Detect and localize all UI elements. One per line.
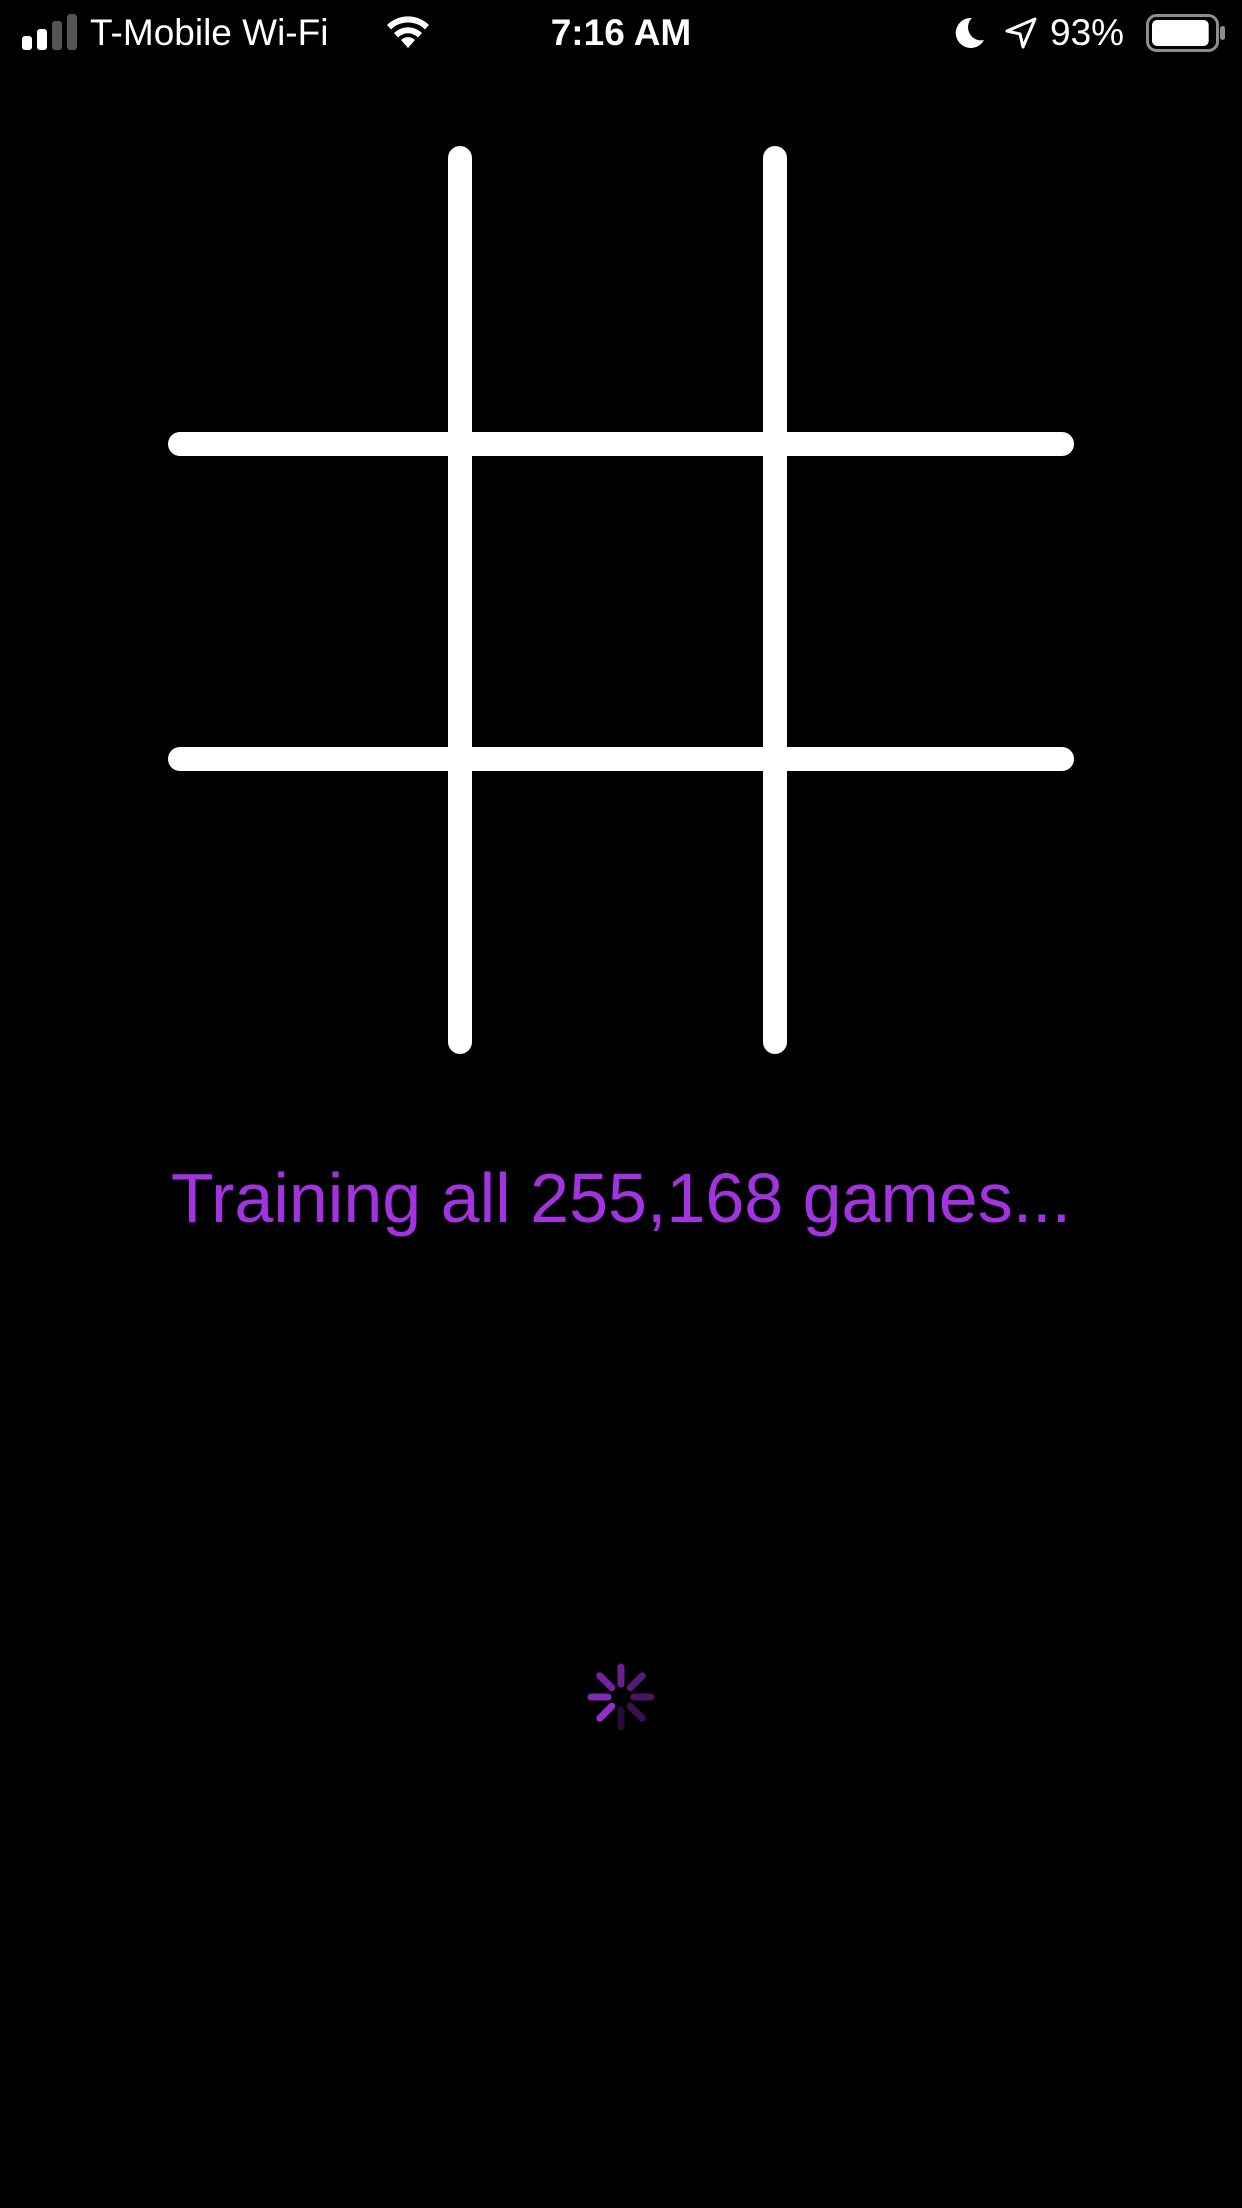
battery-icon xyxy=(1146,14,1225,52)
grid-line-vertical-right xyxy=(763,146,787,1054)
spinner-spoke xyxy=(596,1672,616,1692)
spinner-spoke xyxy=(626,1672,646,1692)
location-arrow-icon xyxy=(1005,17,1037,49)
spinner-spoke xyxy=(596,1702,616,1722)
activity-spinner-icon xyxy=(587,1663,655,1731)
tic-tac-toe-board[interactable] xyxy=(166,146,1076,1056)
training-status-message: Training all 255,168 games... xyxy=(170,1159,1072,1237)
grid-line-vertical-left xyxy=(448,146,472,1054)
grid-line-horizontal-bottom xyxy=(168,747,1074,771)
moon-icon xyxy=(955,17,984,48)
spinner-spoke xyxy=(626,1702,646,1722)
battery-percentage: 93% xyxy=(1050,12,1125,53)
status-bar: T-Mobile Wi-Fi 7:16 AM 93% xyxy=(0,0,1242,66)
grid-line-horizontal-top xyxy=(168,432,1074,456)
